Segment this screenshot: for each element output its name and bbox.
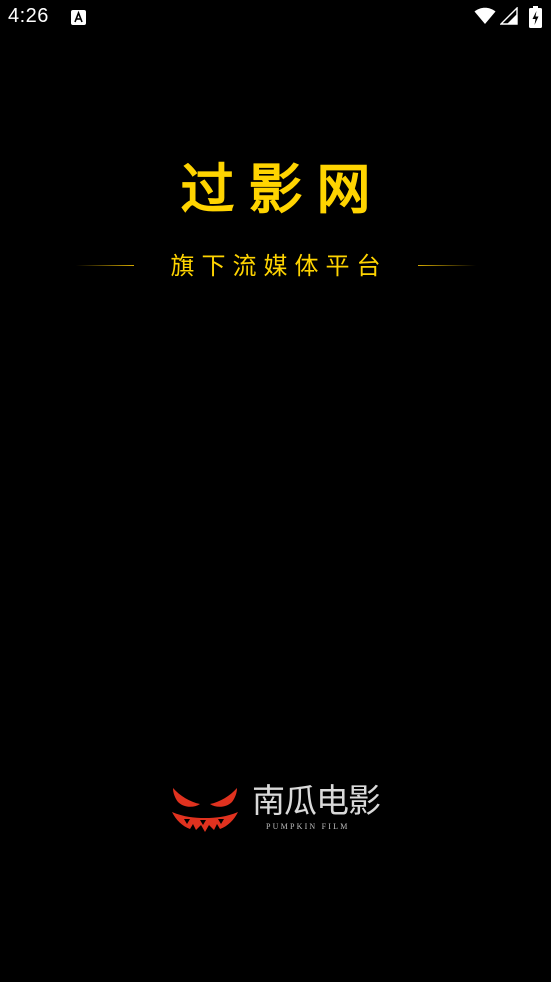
subtitle-divider-left [76, 265, 134, 266]
subtitle: 旗下流媒体平台 [170, 252, 388, 280]
app-title: 过影网 [180, 158, 385, 221]
subtitle-row: 旗下流媒体平台 [0, 248, 551, 284]
partner-name-cn: 南瓜电影 [252, 781, 381, 820]
battery-charging-icon [529, 6, 542, 28]
subtitle-divider-right [418, 265, 476, 266]
status-bar: 4:26 [0, 0, 551, 36]
partner-logo: 南瓜电影 PUMPKIN FILM [170, 780, 382, 840]
splash-screen: 4:26 过影网 旗下流媒体平台 南瓜电影 PUMPKIN FILM [0, 0, 551, 982]
partner-name-en: PUMPKIN FILM [266, 822, 350, 831]
pumpkin-face-icon [172, 788, 238, 832]
wifi-icon [474, 7, 496, 24]
signal-icon [500, 7, 518, 25]
status-time: 4:26 [8, 5, 49, 27]
text-a-icon [71, 10, 86, 25]
